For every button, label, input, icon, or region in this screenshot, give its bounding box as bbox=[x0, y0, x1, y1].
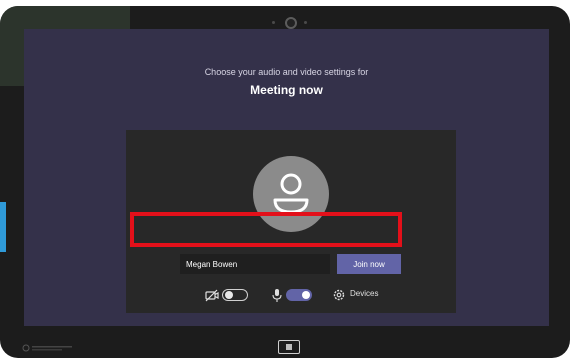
gear-icon[interactable] bbox=[332, 287, 346, 303]
microphone-icon[interactable] bbox=[270, 287, 284, 303]
device-controls: Devices bbox=[126, 287, 456, 303]
prejoin-prompt: Choose your audio and video settings for bbox=[204, 67, 369, 77]
toggle-knob bbox=[225, 291, 233, 299]
side-accent-strip bbox=[0, 202, 6, 252]
sensor-dot bbox=[304, 21, 307, 24]
devices-button[interactable]: Devices bbox=[350, 289, 378, 298]
sensor-dot bbox=[272, 21, 275, 24]
camera-lens bbox=[285, 17, 297, 29]
microphone-toggle[interactable] bbox=[286, 289, 312, 301]
join-form-highlight bbox=[130, 212, 402, 247]
name-input[interactable] bbox=[180, 254, 330, 274]
meeting-prejoin-screen: Choose your audio and video settings for… bbox=[24, 29, 549, 326]
front-camera-icon bbox=[268, 16, 312, 30]
join-form: Join now bbox=[180, 254, 402, 274]
camera-off-icon[interactable] bbox=[204, 287, 220, 303]
home-icon-inner bbox=[286, 344, 292, 350]
home-icon[interactable] bbox=[278, 340, 300, 354]
toggle-knob bbox=[302, 291, 310, 299]
join-now-button[interactable]: Join now bbox=[337, 254, 401, 274]
device-logo bbox=[22, 340, 74, 352]
camera-toggle[interactable] bbox=[222, 289, 248, 301]
meeting-title: Meeting now bbox=[250, 83, 323, 97]
